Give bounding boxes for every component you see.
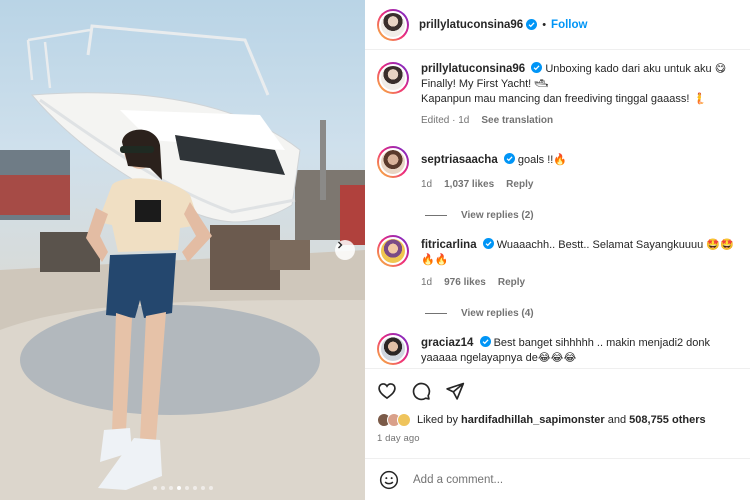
divider — [425, 215, 447, 216]
reply-button[interactable]: Reply — [506, 177, 533, 192]
comment-username[interactable]: septriasaacha — [421, 154, 498, 166]
avatar[interactable] — [377, 62, 409, 94]
verified-badge-icon — [479, 336, 491, 347]
comment-likes[interactable]: 1,037 likes — [444, 177, 494, 192]
post-panel: prillylatuconsina96 • Follow prillylatuc… — [365, 0, 750, 500]
caption-edited-time: Edited · 1d — [421, 115, 470, 126]
add-comment-bar — [365, 458, 750, 500]
post-time[interactable]: 1 day ago — [377, 433, 738, 444]
comment-text: goals !!🔥 — [517, 154, 568, 166]
carousel-dot — [184, 486, 189, 490]
view-replies-label: View replies (4) — [461, 308, 534, 319]
carousel-dot — [200, 486, 205, 490]
caption-username[interactable]: prillylatuconsina96 — [421, 63, 525, 75]
post-header: prillylatuconsina96 • Follow — [365, 0, 750, 50]
verified-badge-icon — [482, 238, 494, 249]
verified-badge-icon — [503, 153, 515, 164]
post-photo — [0, 0, 365, 500]
view-replies-button[interactable]: View replies (2) — [425, 210, 738, 221]
likes-prefix: Liked by — [417, 414, 462, 426]
follow-button[interactable]: Follow — [551, 19, 587, 31]
chevron-right-icon — [338, 241, 343, 249]
avatar — [397, 413, 411, 427]
emoji-icon[interactable] — [379, 470, 399, 490]
avatar[interactable] — [377, 146, 409, 178]
see-translation-link[interactable]: See translation — [481, 113, 553, 128]
carousel-dot — [160, 486, 165, 490]
liked-by-user-link[interactable]: hardifadhillah_sapimonster — [461, 414, 605, 426]
carousel-dot — [192, 486, 197, 490]
carousel-dot — [176, 486, 181, 490]
caption-line: Unboxing kado dari aku untuk aku 😋 — [545, 63, 727, 75]
comment-likes[interactable]: 976 likes — [444, 275, 486, 290]
separator-dot: • — [542, 18, 547, 31]
comment-username[interactable]: graciaz14 — [421, 337, 473, 349]
caption: prillylatuconsina96 Unboxing kado dari a… — [377, 62, 738, 128]
carousel-dot — [168, 486, 173, 490]
view-replies-button[interactable]: View replies (4) — [425, 308, 738, 319]
likes-middle: and — [604, 414, 630, 426]
reply-button[interactable]: Reply — [498, 275, 525, 290]
comment-item: fitricarlina Wuaaachh.. Bestt.. Selamat … — [377, 235, 738, 290]
verified-badge-icon — [531, 62, 543, 73]
comment-time: 1d — [421, 179, 433, 190]
comment-icon[interactable] — [411, 381, 431, 401]
comment-username[interactable]: fitricarlina — [421, 239, 477, 251]
header-username[interactable]: prillylatuconsina96 — [419, 19, 523, 31]
divider — [425, 313, 447, 314]
send-icon[interactable] — [445, 381, 465, 401]
caption-line: Kapanpun mau mancing dan freediving ting… — [421, 93, 707, 105]
comments-section: prillylatuconsina96 Unboxing kado dari a… — [365, 50, 750, 365]
likes-others-link[interactable]: 508,755 others — [629, 414, 705, 426]
avatar[interactable] — [377, 333, 409, 365]
likes-summary: Liked by hardifadhillah_sapimonster and … — [377, 413, 738, 427]
caption-line: Finally! My First Yacht! 🛥 — [421, 78, 549, 90]
avatar[interactable] — [377, 235, 409, 267]
comment-item: graciaz14 Best banget sihhhhh .. makin m… — [377, 333, 738, 365]
heart-icon[interactable] — [377, 381, 397, 401]
carousel-dot — [152, 486, 157, 490]
view-replies-label: View replies (2) — [461, 210, 534, 221]
carousel-dots — [0, 486, 365, 490]
post-actions: Liked by hardifadhillah_sapimonster and … — [365, 368, 750, 444]
comment-input[interactable] — [413, 473, 713, 486]
verified-badge-icon — [526, 19, 538, 30]
avatar[interactable] — [377, 8, 409, 41]
carousel-dot — [208, 486, 213, 490]
comment-item: septriasaacha goals !!🔥 1d 1,037 likes R… — [377, 146, 738, 192]
photo-illustration — [0, 24, 365, 500]
next-slide-button[interactable] — [335, 240, 355, 260]
comment-time: 1d — [421, 277, 433, 288]
